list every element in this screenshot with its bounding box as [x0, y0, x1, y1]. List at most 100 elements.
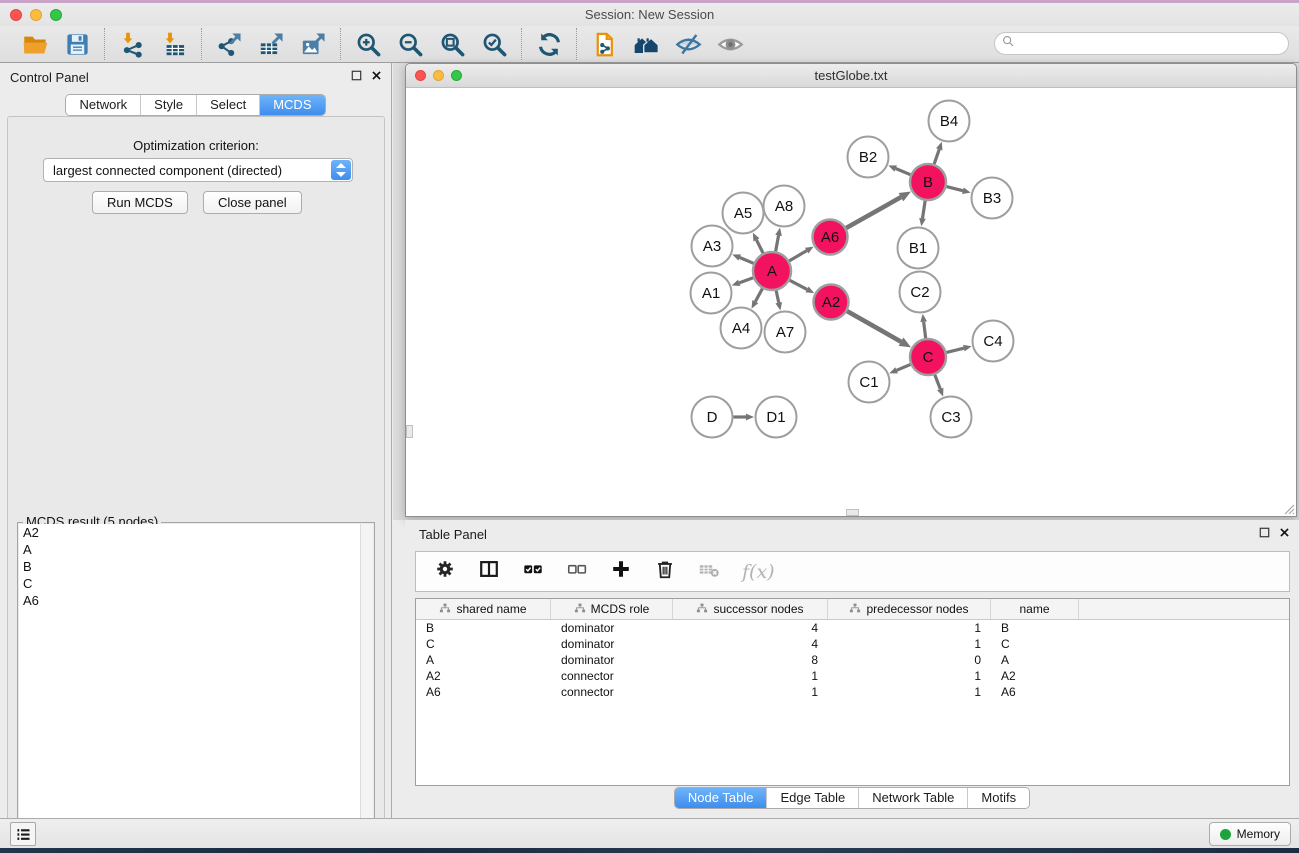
close-panel-icon[interactable]: [1278, 526, 1291, 544]
graph-node-C1[interactable]: C1: [849, 362, 890, 403]
zoom-in-icon[interactable]: [353, 29, 383, 59]
graph-node-A3[interactable]: A3: [692, 226, 733, 267]
import-network-icon[interactable]: [117, 29, 147, 59]
graph-node-A8[interactable]: A8: [764, 186, 805, 227]
graph-node-D1[interactable]: D1: [756, 397, 797, 438]
table-row[interactable]: Cdominator41C: [416, 636, 1289, 652]
mcds-result-item[interactable]: A2: [19, 524, 373, 541]
edge-B-B4[interactable]: [934, 149, 939, 164]
graph-node-B4[interactable]: B4: [929, 101, 970, 142]
column-header-shared-name[interactable]: shared name: [416, 599, 551, 619]
edge-A-A8[interactable]: [776, 236, 779, 252]
edge-A-A1[interactable]: [739, 278, 753, 283]
edge-B-B1[interactable]: [922, 201, 925, 219]
edge-A-A5[interactable]: [756, 240, 763, 253]
eye-slash-icon[interactable]: [673, 29, 703, 59]
vertical-scroll-nub[interactable]: [406, 425, 413, 438]
open-folder-icon[interactable]: [20, 29, 50, 59]
zoom-selected-icon[interactable]: [479, 29, 509, 59]
gear-icon[interactable]: [434, 558, 456, 585]
column-header-predecessor-nodes[interactable]: predecessor nodes: [828, 599, 991, 619]
mcds-result-list[interactable]: A2ABCA6: [19, 524, 373, 853]
edge-A-A3[interactable]: [740, 258, 754, 264]
table-row[interactable]: Bdominator41B: [416, 620, 1289, 636]
import-table-icon[interactable]: [159, 29, 189, 59]
zoom-network-window-button[interactable]: [451, 70, 462, 81]
zoom-fit-icon[interactable]: [437, 29, 467, 59]
home-pair-icon[interactable]: [631, 29, 661, 59]
run-mcds-button[interactable]: Run MCDS: [92, 191, 188, 214]
network-canvas[interactable]: AA1A2A3A4A5A6A7A8BB1B2B3B4CC1C2C3C4DD1: [406, 88, 1296, 516]
tab-network-table[interactable]: Network Table: [858, 788, 967, 808]
table-row[interactable]: A6connector11A6: [416, 684, 1289, 700]
edge-A2-C[interactable]: [847, 311, 901, 342]
zoom-out-icon[interactable]: [395, 29, 425, 59]
refresh-icon[interactable]: [534, 29, 564, 59]
network-window-titlebar[interactable]: testGlobe.txt: [406, 64, 1296, 88]
edge-A-A2[interactable]: [790, 280, 807, 289]
close-panel-icon[interactable]: [370, 69, 383, 87]
export-table-icon[interactable]: [256, 29, 286, 59]
memory-button[interactable]: Memory: [1209, 822, 1291, 846]
edge-C-C3[interactable]: [935, 375, 940, 389]
edge-A-A4[interactable]: [755, 289, 762, 302]
tab-select[interactable]: Select: [196, 95, 259, 115]
edge-B-B2[interactable]: [896, 169, 911, 175]
mcds-result-item[interactable]: A: [19, 541, 373, 558]
tab-node-table[interactable]: Node Table: [675, 788, 767, 808]
float-panel-icon[interactable]: [350, 69, 363, 87]
graph-node-C3[interactable]: C3: [931, 397, 972, 438]
tab-mcds[interactable]: MCDS: [259, 95, 324, 115]
graph-node-A4[interactable]: A4: [721, 308, 762, 349]
table-row[interactable]: A2connector11A2: [416, 668, 1289, 684]
tab-motifs[interactable]: Motifs: [967, 788, 1029, 808]
minimize-window-button[interactable]: [30, 9, 42, 21]
save-icon[interactable]: [62, 29, 92, 59]
graph-node-B3[interactable]: B3: [972, 178, 1013, 219]
edge-C-C1[interactable]: [897, 364, 911, 370]
edge-B-B3[interactable]: [946, 187, 962, 191]
trash-icon[interactable]: [654, 558, 676, 585]
graph-node-C[interactable]: C: [910, 339, 946, 375]
edge-A6-B[interactable]: [846, 197, 901, 228]
graph-node-B[interactable]: B: [910, 164, 946, 200]
graph-node-D[interactable]: D: [692, 397, 733, 438]
table-row[interactable]: Adominator80A: [416, 652, 1289, 668]
optimization-criterion-select[interactable]: largest connected component (directed): [43, 158, 353, 182]
horizontal-scroll-nub[interactable]: [846, 509, 859, 516]
delete-table-icon[interactable]: [698, 558, 720, 585]
graph-node-A7[interactable]: A7: [765, 312, 806, 353]
scrollbar-track[interactable]: [360, 524, 373, 853]
graph-node-A[interactable]: A: [753, 252, 791, 290]
open-session-icon[interactable]: [589, 29, 619, 59]
select-all-icon[interactable]: [522, 558, 544, 585]
mcds-result-item[interactable]: A6: [19, 592, 373, 609]
graph-node-C2[interactable]: C2: [900, 272, 941, 313]
edge-C-C4[interactable]: [946, 348, 963, 352]
resize-grip-icon[interactable]: [1281, 501, 1295, 515]
tab-edge-table[interactable]: Edge Table: [766, 788, 858, 808]
close-window-button[interactable]: [10, 9, 22, 21]
column-header-mcds-role[interactable]: MCDS role: [551, 599, 673, 619]
minimize-network-window-button[interactable]: [433, 70, 444, 81]
edge-A-A6[interactable]: [789, 251, 806, 261]
unselect-all-icon[interactable]: [566, 558, 588, 585]
graph-node-B2[interactable]: B2: [848, 137, 889, 178]
columns-icon[interactable]: [478, 558, 500, 585]
close-network-window-button[interactable]: [415, 70, 426, 81]
show-panels-button[interactable]: [10, 822, 36, 846]
column-header-successor-nodes[interactable]: successor nodes: [673, 599, 828, 619]
close-panel-button[interactable]: Close panel: [203, 191, 302, 214]
search-input[interactable]: [994, 32, 1289, 55]
float-panel-icon[interactable]: [1258, 526, 1271, 544]
export-network-icon[interactable]: [214, 29, 244, 59]
function-builder-button[interactable]: f(x): [742, 561, 775, 583]
zoom-window-button[interactable]: [50, 9, 62, 21]
column-header-name[interactable]: name: [991, 599, 1079, 619]
plus-icon[interactable]: [610, 558, 632, 585]
graph-node-A6[interactable]: A6: [813, 220, 848, 255]
edge-C-C2[interactable]: [924, 322, 926, 338]
graph-node-A2[interactable]: A2: [814, 285, 849, 320]
mcds-result-item[interactable]: C: [19, 575, 373, 592]
mcds-result-item[interactable]: B: [19, 558, 373, 575]
